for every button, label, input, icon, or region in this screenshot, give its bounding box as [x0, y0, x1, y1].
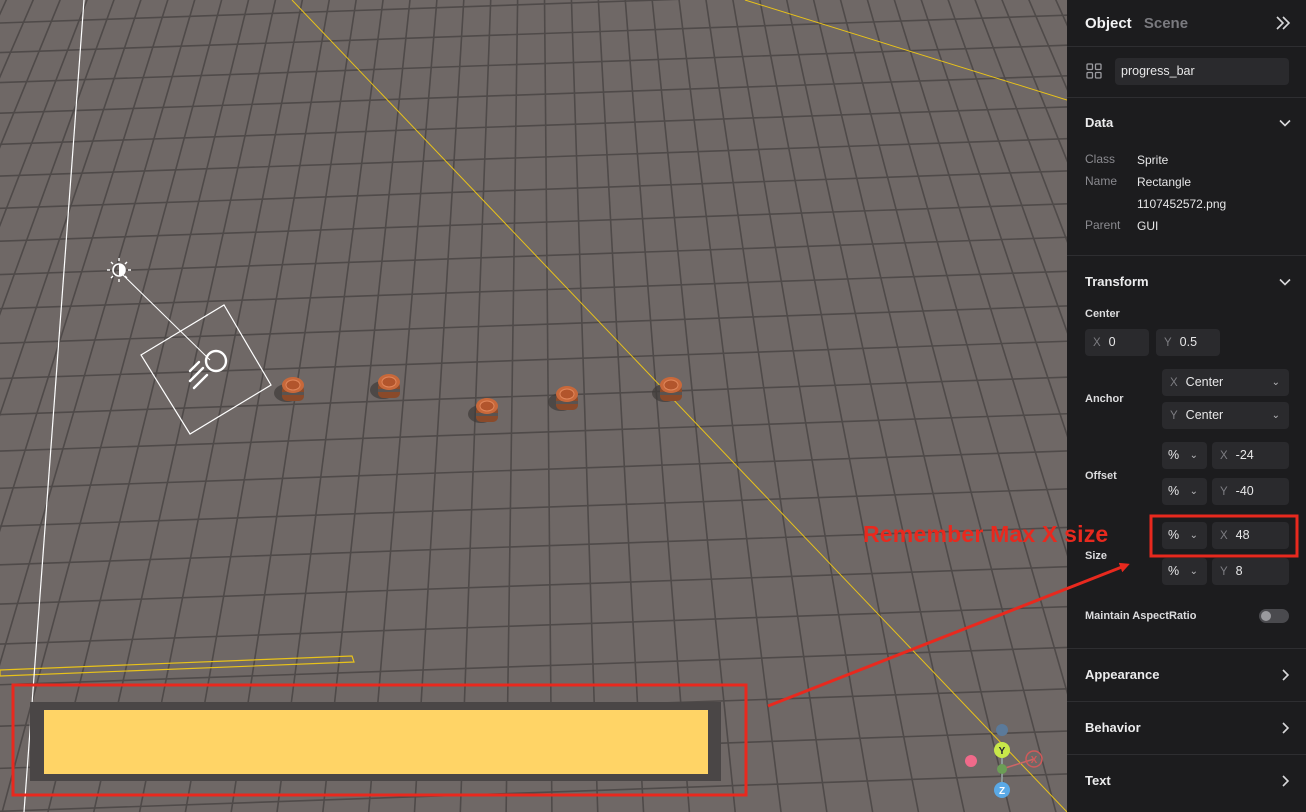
chevron-down-icon: ⌄	[1271, 410, 1280, 421]
data-filename-value: 1107452572.png	[1137, 197, 1227, 211]
barrel[interactable]	[548, 386, 578, 411]
object-name-input[interactable]: progress_bar	[1115, 58, 1289, 85]
axis-label: Y	[1220, 486, 1228, 498]
properties-panel: Object Scene progress_bar Data Class Spr…	[1067, 0, 1306, 812]
orientation-gizmo[interactable]: Y X Z	[955, 718, 1050, 808]
size-x-field[interactable]: X 48	[1212, 522, 1289, 549]
chevron-down-icon[interactable]	[1278, 275, 1292, 289]
tab-object[interactable]: Object	[1085, 15, 1132, 32]
chevron-right-icon[interactable]	[1278, 721, 1292, 735]
size-y-field[interactable]: Y8	[1212, 558, 1289, 585]
axis-label: X	[1220, 530, 1228, 542]
annotation-label: Remember Max X size	[863, 521, 1109, 547]
offset-x-unit-select[interactable]: % ⌄	[1162, 442, 1207, 469]
divider	[1067, 648, 1306, 649]
barrel[interactable]	[652, 377, 682, 402]
chevron-right-icon[interactable]	[1278, 668, 1292, 682]
anchor-y-value: Center	[1185, 408, 1224, 422]
divider	[1067, 701, 1306, 702]
object-type-icon	[1086, 63, 1102, 79]
ground-grid	[0, 0, 1067, 812]
section-text-title[interactable]: Text	[1085, 773, 1111, 788]
scene-viewport[interactable]: Y X Z	[0, 0, 1067, 812]
data-parent-value: GUI	[1137, 219, 1159, 233]
barrel[interactable]	[370, 374, 400, 399]
gizmo-x-label: X	[1031, 755, 1038, 766]
section-behavior-title[interactable]: Behavior	[1085, 720, 1141, 735]
axis-label: Y	[1220, 566, 1228, 578]
offset-x-field[interactable]: X -24	[1212, 442, 1289, 469]
chevron-right-icon[interactable]	[1278, 774, 1292, 788]
maintain-aspect-toggle[interactable]	[1259, 609, 1289, 623]
data-class-value: Sprite	[1137, 153, 1169, 167]
offset-y-value: -40	[1235, 484, 1254, 498]
gizmo-z-label: Z	[999, 786, 1005, 797]
center-label: Center	[1085, 308, 1120, 320]
offset-y-unit-select[interactable]: % ⌄	[1162, 478, 1207, 505]
anchor-label: Anchor	[1085, 393, 1124, 405]
data-class-key: Class	[1085, 152, 1116, 166]
axis-label: X	[1170, 377, 1178, 389]
gizmo-neg-x[interactable]	[965, 755, 977, 767]
gizmo-neg-y[interactable]	[996, 724, 1008, 736]
axis-label: X	[1093, 337, 1101, 349]
chevron-down-icon[interactable]	[1278, 116, 1292, 130]
ui-frame-line	[0, 655, 355, 677]
collapse-panel-icon[interactable]	[1274, 14, 1292, 32]
chevron-down-icon: ⌄	[1189, 530, 1198, 541]
center-x-value: 0	[1108, 335, 1116, 349]
progress-bar-fill	[44, 710, 708, 774]
section-appearance-title[interactable]: Appearance	[1085, 667, 1159, 682]
barrel[interactable]	[274, 377, 304, 402]
section-transform-title[interactable]: Transform	[1085, 274, 1149, 289]
offset-x-value: -24	[1235, 448, 1254, 462]
axis-label: Y	[1164, 337, 1172, 349]
chevron-down-icon: ⌄	[1189, 486, 1198, 497]
offset-y-unit: %	[1168, 484, 1180, 498]
center-y-value: 0.5	[1179, 335, 1198, 349]
size-label: Size	[1085, 550, 1108, 562]
divider	[1067, 754, 1306, 755]
offset-label: Offset	[1085, 470, 1117, 482]
section-data-title[interactable]: Data	[1085, 115, 1113, 130]
panel-tabs: Object Scene	[1085, 15, 1196, 32]
chevron-down-icon: ⌄	[1189, 450, 1198, 461]
anchor-x-value: Center	[1185, 375, 1224, 389]
divider	[1067, 255, 1306, 256]
toggle-knob	[1261, 611, 1271, 621]
size-x-unit-select[interactable]: % ⌄	[1162, 522, 1207, 549]
offset-y-field[interactable]: Y -40	[1212, 478, 1289, 505]
anchor-y-select[interactable]: Y Center ⌄	[1162, 402, 1289, 429]
gizmo-y-label: Y	[999, 746, 1006, 757]
divider	[1067, 97, 1306, 98]
tab-scene[interactable]: Scene	[1144, 15, 1188, 32]
size-y-unit-select[interactable]: % ⌄	[1162, 558, 1207, 585]
size-y-value: 8	[1235, 564, 1243, 578]
divider	[1067, 46, 1306, 47]
maintain-aspect-label: Maintain AspectRatio	[1085, 610, 1197, 622]
data-parent-key: Parent	[1085, 218, 1121, 232]
size-x-value: 48	[1235, 528, 1250, 542]
barrel[interactable]	[468, 398, 498, 423]
data-name-value: Rectangle	[1137, 175, 1192, 189]
gizmo-center	[997, 764, 1007, 774]
center-y-field[interactable]: Y 0.5	[1156, 329, 1220, 356]
anchor-x-select[interactable]: X Center ⌄	[1162, 369, 1289, 396]
size-y-unit: %	[1168, 564, 1180, 578]
center-x-field[interactable]: X0	[1085, 329, 1149, 356]
axis-label: X	[1220, 450, 1228, 462]
data-name-key: Name	[1085, 174, 1118, 188]
chevron-down-icon: ⌄	[1271, 377, 1280, 388]
offset-x-unit: %	[1168, 448, 1180, 462]
axis-label: Y	[1170, 410, 1178, 422]
chevron-down-icon: ⌄	[1189, 566, 1198, 577]
size-x-unit: %	[1168, 528, 1180, 542]
progress-bar-track[interactable]	[30, 702, 721, 781]
